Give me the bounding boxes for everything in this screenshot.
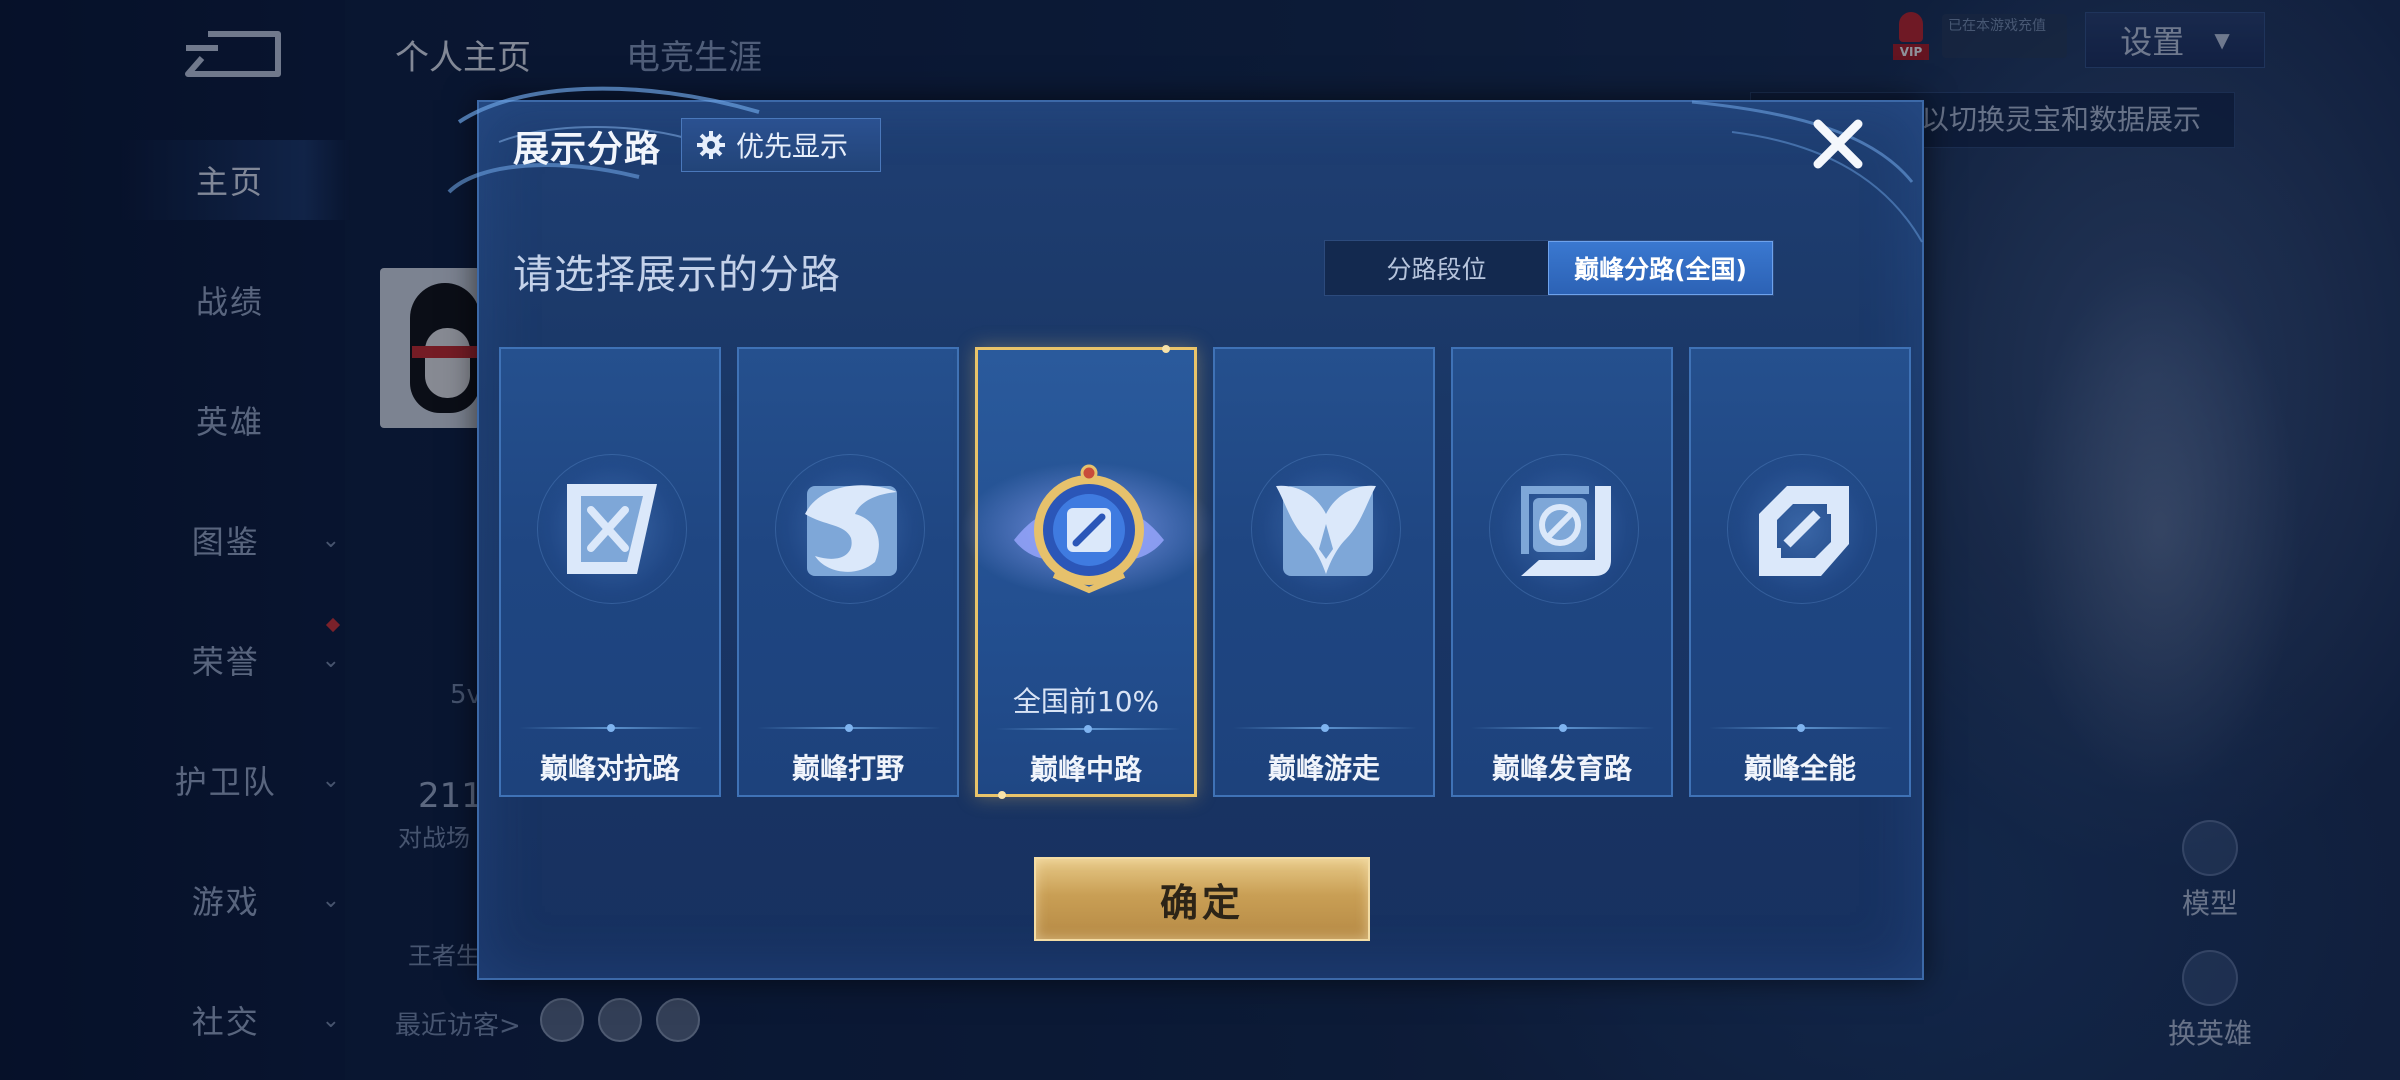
card-divider xyxy=(996,725,1180,733)
lane-mode-toggle: 分路段位 巅峰分路(全国) xyxy=(1324,240,1774,296)
corner-dot xyxy=(998,791,1006,799)
crossed-swords-emblem-icon xyxy=(567,484,657,574)
lane-name: 巅峰游走 xyxy=(1267,752,1380,785)
card-divider xyxy=(519,724,703,732)
lane-name: 巅峰中路 xyxy=(1029,753,1142,786)
tab-peak-lane-national[interactable]: 巅峰分路(全国) xyxy=(1548,241,1773,295)
lane-name: 巅峰打野 xyxy=(791,752,904,785)
lane-name: 巅峰全能 xyxy=(1743,752,1856,785)
card-divider xyxy=(1709,724,1893,732)
lane-display-dialog: 展示分路 优先显示 请选择展示的分路 分路段位 巅峰分路(全国) 巅峰对抗路 巅… xyxy=(447,86,1924,980)
dialog-title: 展示分路 xyxy=(513,129,662,170)
close-icon[interactable] xyxy=(1806,112,1870,176)
lane-card-allround[interactable]: 巅峰全能 xyxy=(1689,347,1911,797)
lane-card-farm[interactable]: 巅峰发育路 xyxy=(1451,347,1673,797)
dialog-subtitle: 请选择展示的分路 xyxy=(513,252,841,298)
lane-card-roam[interactable]: 巅峰游走 xyxy=(1213,347,1435,797)
lane-card-top[interactable]: 巅峰对抗路 xyxy=(499,347,721,797)
tab-lane-rank[interactable]: 分路段位 xyxy=(1325,241,1548,295)
rank-percentile: 全国前10% xyxy=(1012,685,1160,718)
corner-dot xyxy=(1162,345,1170,353)
gear-icon xyxy=(697,131,725,159)
card-divider xyxy=(757,724,941,732)
card-divider xyxy=(1471,724,1655,732)
bow-emblem-icon xyxy=(1521,486,1611,576)
lane-name: 巅峰发育路 xyxy=(1491,752,1632,785)
wings-emblem-icon xyxy=(1276,485,1376,576)
lane-card-list: 巅峰对抗路 巅峰打野 全国前10% 巅峰中路 巅峰游走 巅峰发育路 巅峰全能 xyxy=(499,345,1911,799)
allround-emblem-icon xyxy=(1759,486,1849,576)
confirm-button[interactable]: 确定 xyxy=(1034,857,1370,941)
priority-display-button[interactable]: 优先显示 xyxy=(681,118,881,172)
lane-card-mid[interactable]: 全国前10% 巅峰中路 xyxy=(918,345,1258,799)
dragon-emblem-icon xyxy=(805,485,897,576)
card-divider xyxy=(1233,724,1417,732)
priority-display-label: 优先显示 xyxy=(736,130,849,163)
mid-lane-gold-badge-icon xyxy=(1014,464,1164,594)
lane-name: 巅峰对抗路 xyxy=(539,752,680,785)
